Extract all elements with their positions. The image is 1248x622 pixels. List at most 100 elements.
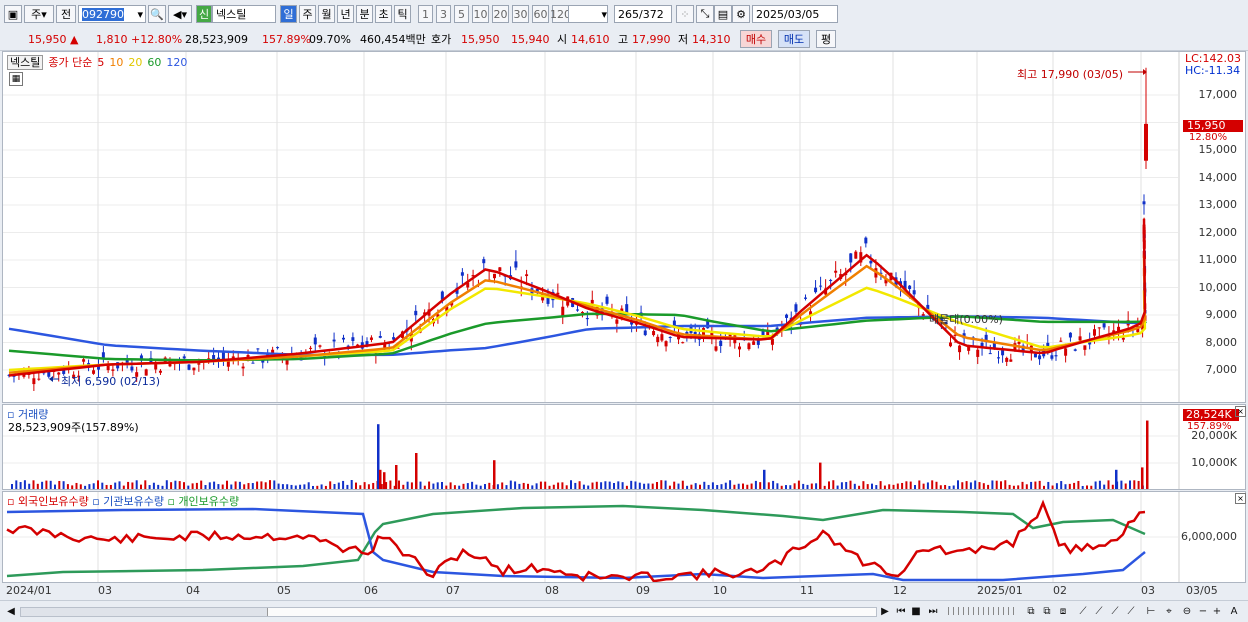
volume-bar [552, 484, 555, 489]
candle-body [668, 336, 672, 338]
interval-tab[interactable]: 120 [550, 5, 571, 23]
save-icon[interactable]: ▤ [714, 5, 732, 23]
period-tab[interactable]: 틱 [394, 5, 411, 23]
sell-button[interactable]: 매도 [778, 30, 810, 48]
candle-body [1097, 327, 1101, 329]
crosshair-icon[interactable]: ⌖ [1162, 604, 1176, 618]
price-tick: 15,000 [1198, 143, 1238, 156]
code-input[interactable]: 092790 ▾ [78, 5, 146, 23]
interval-tab[interactable]: 3 [436, 5, 451, 23]
line-tool-icon[interactable]: ⟋ [1076, 604, 1090, 618]
volume-bar [423, 485, 426, 489]
period-tab[interactable]: 일 [280, 5, 297, 23]
line-tool-icon-3[interactable]: ⟋ [1108, 604, 1122, 618]
candle-body [849, 253, 853, 263]
date-field[interactable]: 2025/03/05 [752, 5, 838, 23]
x-tick: 03 [1141, 584, 1155, 597]
individual-line [6, 504, 1146, 578]
minus-icon[interactable]: − [1198, 604, 1208, 618]
volume-bar [140, 484, 142, 489]
buy-button[interactable]: 매수 [740, 30, 772, 48]
interval-tab[interactable]: 30 [512, 5, 529, 23]
interval-input[interactable]: ▾ [568, 5, 608, 23]
stock-tag[interactable]: 넥스틸 [7, 55, 44, 70]
trade-amount: 460,454백만 [360, 33, 426, 46]
interval-tab[interactable]: 20 [492, 5, 509, 23]
scrollbar-thumb[interactable] [267, 608, 876, 616]
candle-body [664, 341, 668, 347]
volume-bar [677, 483, 680, 489]
gear-icon[interactable]: ⚙ [732, 5, 750, 23]
candle-body [1054, 355, 1058, 357]
close-icon[interactable]: × [1235, 493, 1246, 504]
plus-icon[interactable]: + [1212, 604, 1222, 618]
scrollbar-track[interactable] [20, 607, 877, 617]
period-tab[interactable]: 분 [356, 5, 373, 23]
period-tab[interactable]: 초 [375, 5, 392, 23]
calculator-icon[interactable]: ▦ [9, 72, 23, 86]
volume-bar [475, 484, 478, 489]
scroll-left-icon[interactable]: ◀ [6, 604, 16, 618]
font-size-icon[interactable]: A [1228, 604, 1240, 618]
period-tab[interactable]: 년 [337, 5, 354, 23]
window-icon[interactable]: ▣ [4, 5, 22, 23]
interval-tab[interactable]: 1 [418, 5, 433, 23]
low-price: 14,310 [692, 33, 731, 46]
interval-tab[interactable]: 5 [454, 5, 469, 23]
line-tool-icon-4[interactable]: ⟋ [1124, 604, 1138, 618]
volume-bar [595, 481, 598, 489]
volume-bar [277, 483, 280, 489]
price-change: 1,810 +12.80% [96, 33, 183, 46]
volume-bar [1047, 481, 1050, 489]
scroll-right-icon[interactable]: ▶ [880, 604, 890, 618]
candle-body [313, 337, 317, 345]
last-icon[interactable]: ⏭ [926, 604, 940, 618]
pin-icon[interactable]: ⊢ [1144, 604, 1158, 618]
zoom-slider[interactable] [948, 607, 1018, 615]
candle-body [378, 336, 382, 338]
period-tab[interactable]: 월 [318, 5, 335, 23]
period-tab[interactable]: 주 [299, 5, 316, 23]
interval-tab[interactable]: 10 [472, 5, 489, 23]
volume-bar [1055, 483, 1058, 489]
volume-bar [247, 483, 250, 489]
stock-name-field[interactable]: 넥스틸 [212, 5, 276, 23]
volume-bar [170, 482, 173, 489]
high-price: 17,990 [632, 33, 671, 46]
grid-icon[interactable]: ⁘ [676, 5, 694, 23]
close-icon[interactable]: × [1235, 406, 1246, 417]
volume-bar [109, 484, 112, 489]
candle-body [576, 309, 580, 311]
stop-icon[interactable]: ■ [910, 604, 922, 618]
interval-tab[interactable]: 60 [532, 5, 549, 23]
count-field[interactable]: 265/372 [614, 5, 672, 23]
search-icon[interactable]: 🔍 [148, 5, 166, 23]
volume-bar [1064, 484, 1067, 489]
prev-button[interactable]: 전 [56, 5, 76, 23]
volume-bar [66, 484, 69, 489]
volume-bar [389, 480, 392, 489]
volume-bar [1115, 469, 1118, 489]
draw-icon[interactable]: ⤡ [696, 5, 714, 23]
eval-button[interactable]: 평 [816, 30, 836, 48]
volume-bar [707, 484, 710, 489]
line-tool-icon-2[interactable]: ⟋ [1092, 604, 1106, 618]
candle-body [256, 348, 260, 350]
chart-icon[interactable]: ⧉ [1024, 604, 1038, 618]
first-icon[interactable]: ⏮ [894, 604, 908, 618]
volume-bar [617, 481, 620, 489]
price-panel: 넥스틸 종가 단순 5 10 20 60 120 ▦ LC:142.03 HC:-11.34 … [2, 51, 1246, 403]
volume-bar [621, 482, 624, 489]
market-select[interactable]: 주 ▾ [24, 5, 54, 23]
candle-body [57, 372, 61, 375]
zoom-out-icon[interactable]: ⊖ [1180, 604, 1194, 618]
volume-bar [23, 480, 26, 489]
volume-bar [914, 485, 916, 489]
volume-bar [41, 481, 44, 489]
candle-body [251, 362, 255, 364]
compare-icon[interactable]: ⧈ [1056, 604, 1070, 618]
chart-icon-2[interactable]: ⧉ [1040, 604, 1054, 618]
volume-bar [1038, 480, 1041, 489]
avg-annotation: 매물대(0.00%) [929, 313, 1003, 326]
speaker-icon[interactable]: ◀▾ [168, 5, 192, 23]
